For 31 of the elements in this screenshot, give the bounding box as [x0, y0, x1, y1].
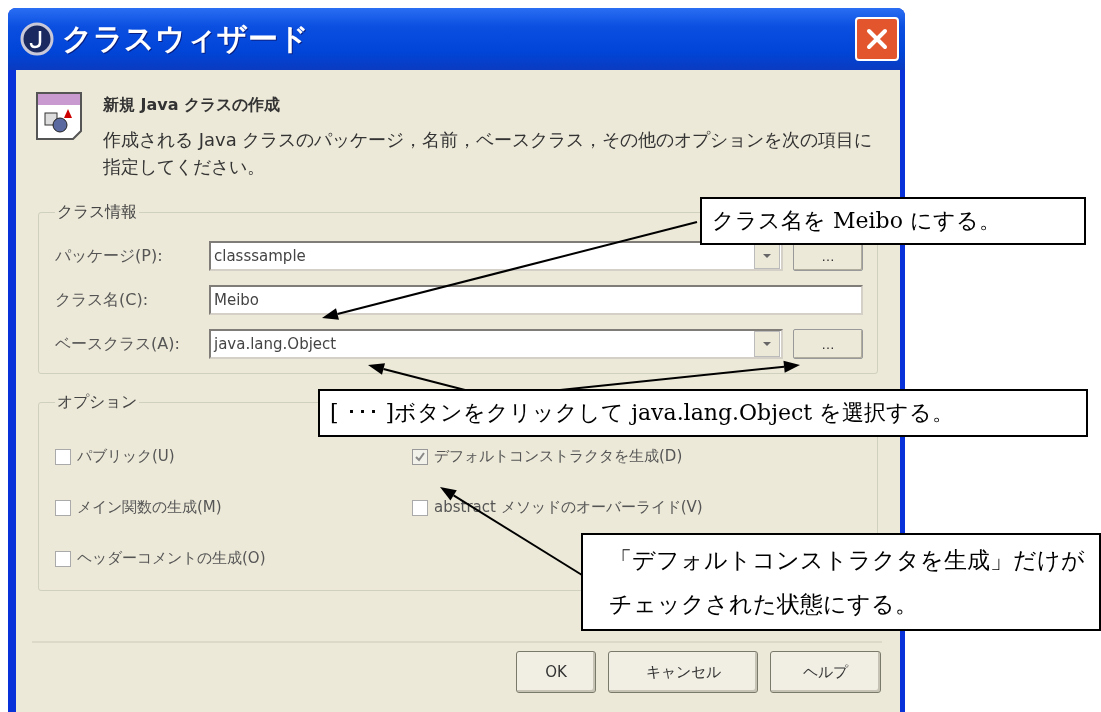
dialog-button[interactable]: OK — [516, 651, 596, 693]
checkbox[interactable] — [412, 448, 428, 465]
heading: 新規 Java クラスの作成 — [103, 95, 282, 116]
dialog-button[interactable]: キャンセル — [608, 651, 758, 693]
callout-note: 「デフォルトコンストラクタを生成」だけがチェックされた状態にする。 — [581, 533, 1101, 631]
checkbox[interactable] — [412, 499, 428, 516]
checkbox[interactable] — [55, 448, 71, 465]
field-label: パッケージ(P): — [55, 245, 164, 267]
app-icon — [20, 22, 54, 56]
checkbox-label: ヘッダーコメントの生成(O) — [77, 549, 266, 568]
checkbox[interactable] — [55, 550, 71, 567]
checkbox[interactable] — [55, 499, 71, 516]
browse-button[interactable]: … — [793, 329, 863, 359]
group-label: クラス情報 — [56, 202, 138, 223]
combo-box[interactable]: java.lang.Object — [209, 329, 783, 359]
checkbox-label: パブリック(U) — [77, 447, 175, 466]
callout-note: [ ･･･ ]ボタンをクリックして java.lang.Object を選択する。 — [318, 389, 1088, 437]
checkbox-label: デフォルトコンストラクタを生成(D) — [434, 447, 683, 466]
group-label: オプション — [56, 392, 138, 413]
combo-box[interactable]: classsample — [209, 241, 783, 271]
callout-note: クラス名を Meibo にする。 — [700, 197, 1086, 245]
field-label: ベースクラス(A): — [55, 333, 181, 355]
checkbox-label: メイン関数の生成(M) — [77, 498, 222, 517]
new-class-icon — [35, 91, 83, 141]
window-title: クラスウィザード — [62, 19, 310, 58]
close-icon — [865, 27, 889, 51]
description: 作成される Java クラスのパッケージ，名前，ベースクラス，その他のオプションを次の項目に指定してください。 — [103, 128, 873, 179]
input-field[interactable]: Meibo — [209, 285, 863, 315]
close-button[interactable] — [855, 17, 899, 61]
field-label: クラス名(C): — [55, 289, 150, 311]
dialog-button[interactable]: ヘルプ — [770, 651, 881, 693]
